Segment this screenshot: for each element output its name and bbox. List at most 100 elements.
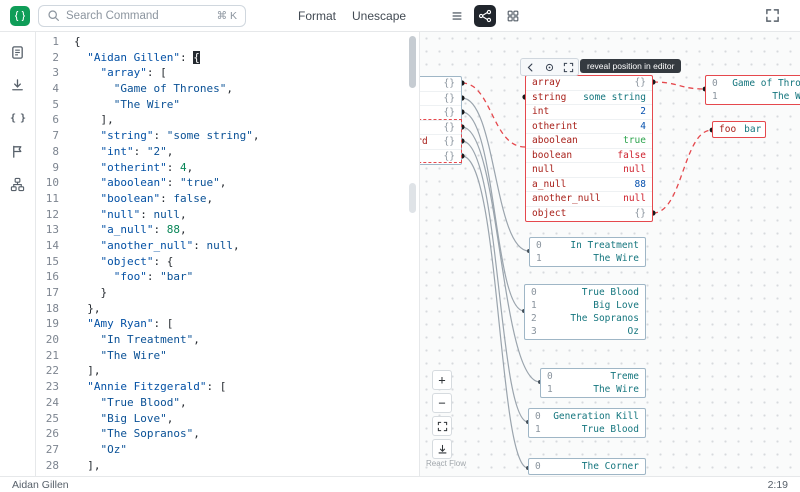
code-line[interactable]: "another_null": null, bbox=[74, 238, 419, 254]
line-number: 2 bbox=[36, 50, 59, 66]
node-row[interactable]: stringsome string bbox=[526, 91, 652, 106]
graph-node-anwan-glover[interactable]: 0Treme1The Wire bbox=[540, 368, 646, 398]
node-row[interactable]: Clarke Peters{} bbox=[420, 150, 461, 165]
code-line[interactable]: "The Wire" bbox=[74, 97, 419, 113]
editor-code[interactable]: { "Aidan Gillen": { "array": [ "Game of … bbox=[68, 34, 419, 476]
node-item-row[interactable]: 3Oz bbox=[525, 325, 645, 338]
code-line[interactable]: "foo": "bar" bbox=[74, 269, 419, 285]
graph-view-button[interactable] bbox=[474, 5, 496, 27]
zoom-in-button[interactable]: + bbox=[432, 370, 452, 390]
line-number: 23 bbox=[36, 379, 59, 395]
fullscreen-icon bbox=[765, 8, 780, 23]
node-item-row[interactable]: 0Treme bbox=[541, 370, 645, 383]
code-line[interactable]: "null": null, bbox=[74, 207, 419, 223]
code-line[interactable]: "True Blood", bbox=[74, 395, 419, 411]
node-row[interactable]: otherint4 bbox=[526, 120, 652, 135]
graph-node-annie-fitzgerald[interactable]: 0True Blood1Big Love2The Sopranos3Oz bbox=[524, 284, 646, 340]
node-item-row[interactable]: 2The Sopranos bbox=[525, 312, 645, 325]
code-line[interactable]: ], bbox=[74, 458, 419, 474]
code-line[interactable]: }, bbox=[74, 301, 419, 317]
rules-button[interactable] bbox=[6, 139, 30, 163]
graph-node-alexander[interactable]: 0Generation Kill1True Blood bbox=[528, 408, 646, 438]
file-panel-button[interactable] bbox=[6, 40, 30, 64]
node-item-row[interactable]: 1The Wire bbox=[541, 383, 645, 396]
graph-canvas[interactable]: Aidan Gillen{}Amy Ryan{}Annie Fitzgerald… bbox=[420, 32, 800, 476]
back-icon[interactable] bbox=[522, 60, 539, 74]
code-line[interactable]: { bbox=[74, 34, 419, 50]
node-row[interactable]: Annie Fitzgerald{} bbox=[420, 106, 461, 121]
json-mode-button[interactable]: { } bbox=[6, 106, 30, 130]
code-line[interactable]: "The Sopranos", bbox=[74, 426, 419, 442]
code-line[interactable]: "Oz" bbox=[74, 442, 419, 458]
graph-node-root[interactable]: Aidan Gillen{}Amy Ryan{}Annie Fitzgerald… bbox=[420, 76, 462, 165]
unescape-button[interactable]: Unescape bbox=[348, 5, 410, 27]
node-item-row[interactable]: 1The Wire bbox=[530, 252, 645, 265]
code-line[interactable]: "In Treatment", bbox=[74, 332, 419, 348]
node-row[interactable]: booleanfalse bbox=[526, 149, 652, 164]
share-button[interactable] bbox=[6, 172, 30, 196]
node-row[interactable]: Anwan Glover{} bbox=[420, 121, 461, 136]
expand-node-icon[interactable] bbox=[560, 60, 577, 74]
graph-node-aidan-gillen[interactable]: array{}stringsome stringint2otherint4abo… bbox=[525, 75, 653, 222]
code-line[interactable]: "boolean": false, bbox=[74, 191, 419, 207]
code-line[interactable]: "Aidan Gillen": { bbox=[74, 50, 419, 66]
code-line[interactable]: ], bbox=[74, 363, 419, 379]
code-line[interactable]: "aboolean": "true", bbox=[74, 175, 419, 191]
node-tooltip: reveal position in editor bbox=[580, 59, 681, 73]
line-number: 7 bbox=[36, 128, 59, 144]
code-line[interactable]: "a_null": 88, bbox=[74, 222, 419, 238]
node-item-row[interactable]: 0Game of Thrones bbox=[706, 77, 800, 90]
node-row[interactable]: abooleantrue bbox=[526, 134, 652, 149]
reactflow-attribution[interactable]: React Flow bbox=[426, 459, 466, 468]
focus-node-icon[interactable] bbox=[541, 60, 558, 74]
download-json-button[interactable] bbox=[6, 73, 30, 97]
node-row[interactable]: Amy Ryan{} bbox=[420, 92, 461, 107]
app-logo-icon[interactable] bbox=[10, 6, 30, 26]
node-item-row[interactable]: 0In Treatment bbox=[530, 239, 645, 252]
fullscreen-button[interactable] bbox=[760, 4, 784, 28]
tree-view-button[interactable] bbox=[446, 5, 468, 27]
format-button[interactable]: Format bbox=[294, 5, 340, 27]
editor-scrollbar[interactable] bbox=[409, 36, 416, 88]
code-line[interactable]: "Annie Fitzgerald": [ bbox=[74, 379, 419, 395]
code-line[interactable]: } bbox=[74, 285, 419, 301]
grid-view-button[interactable] bbox=[502, 5, 524, 27]
line-number: 13 bbox=[36, 222, 59, 238]
code-line[interactable]: "Game of Thrones", bbox=[74, 81, 419, 97]
node-row[interactable]: Alexander Skarsgard{} bbox=[420, 135, 461, 150]
code-line[interactable]: "object": { bbox=[74, 254, 419, 270]
search-input[interactable]: Search Command ⌘ K bbox=[38, 5, 246, 27]
json-editor[interactable]: 1234567891011121314151617181920212223242… bbox=[36, 32, 420, 476]
code-line[interactable]: "int": "2", bbox=[74, 144, 419, 160]
fit-view-button[interactable] bbox=[432, 416, 452, 436]
node-item-row[interactable]: 0True Blood bbox=[525, 286, 645, 299]
code-line[interactable]: "string": "some string", bbox=[74, 128, 419, 144]
code-line[interactable]: "array": [ bbox=[74, 65, 419, 81]
graph-node-foo[interactable]: foobar bbox=[712, 121, 766, 138]
node-row[interactable]: another_nullnull bbox=[526, 192, 652, 207]
node-row[interactable]: a_null88 bbox=[526, 178, 652, 193]
top-bar: Search Command ⌘ K Format Unescape bbox=[0, 0, 800, 32]
node-item-row[interactable]: 1True Blood bbox=[529, 423, 645, 436]
graph-node-amy-ryan[interactable]: 0In Treatment1The Wire bbox=[529, 237, 646, 267]
code-line[interactable]: "Amy Ryan": [ bbox=[74, 316, 419, 332]
node-row[interactable]: array{} bbox=[526, 76, 652, 91]
download-image-button[interactable] bbox=[432, 439, 452, 459]
code-line[interactable]: "Big Love", bbox=[74, 411, 419, 427]
node-row[interactable]: nullnull bbox=[526, 163, 652, 178]
code-line[interactable]: ], bbox=[74, 112, 419, 128]
node-item-row[interactable]: 1The Wire bbox=[706, 90, 800, 103]
node-item-row[interactable]: 0The Corner bbox=[529, 460, 645, 473]
line-number: 5 bbox=[36, 97, 59, 113]
node-item-row[interactable]: 1Big Love bbox=[525, 299, 645, 312]
graph-node-clarke-peters[interactable]: 0The Corner bbox=[528, 458, 646, 475]
node-row[interactable]: foobar bbox=[713, 122, 765, 137]
code-line[interactable]: "The Wire" bbox=[74, 348, 419, 364]
node-row[interactable]: int2 bbox=[526, 105, 652, 120]
zoom-out-button[interactable]: − bbox=[432, 393, 452, 413]
node-row[interactable]: object{} bbox=[526, 207, 652, 222]
graph-node-array[interactable]: 0Game of Thrones1The Wire bbox=[705, 75, 800, 105]
code-line[interactable]: "otherint": 4, bbox=[74, 160, 419, 176]
node-row[interactable]: Aidan Gillen{} bbox=[420, 77, 461, 92]
node-item-row[interactable]: 0Generation Kill bbox=[529, 410, 645, 423]
